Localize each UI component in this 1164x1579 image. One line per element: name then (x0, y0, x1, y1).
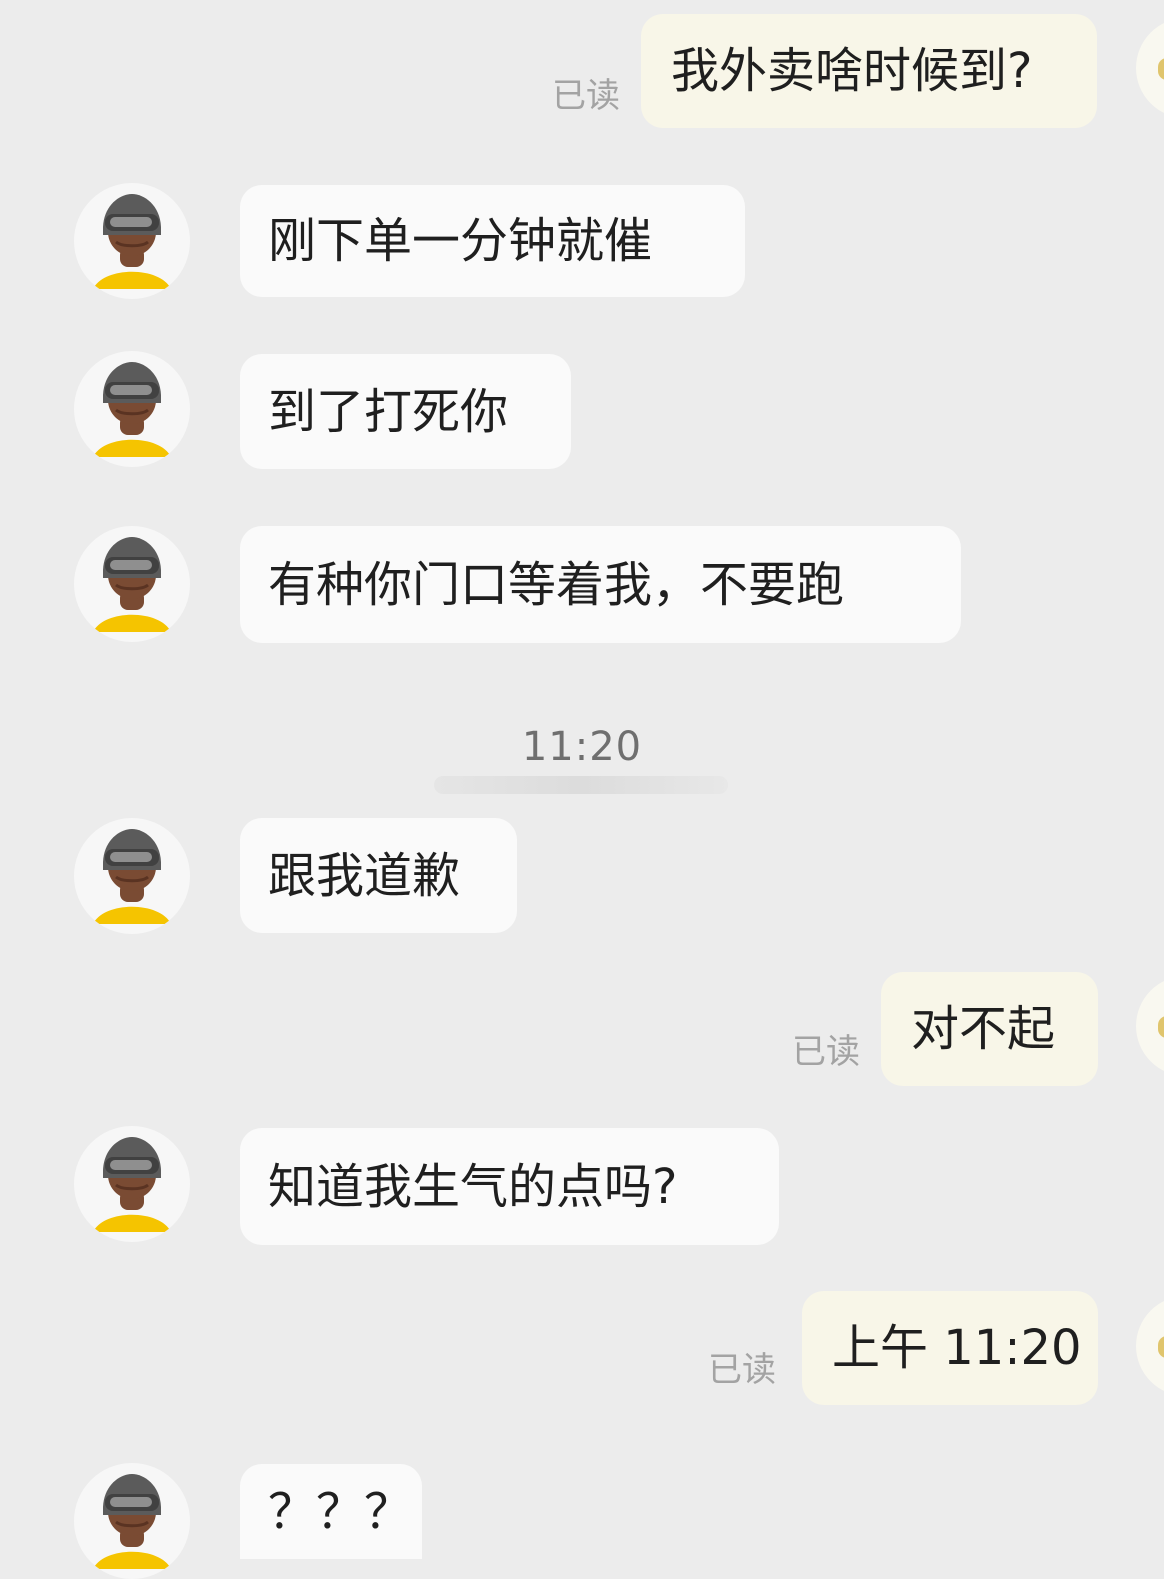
message-bubble-received[interactable]: 跟我道歉 (240, 818, 517, 933)
message-bubble-received[interactable]: 刚下单一分钟就催 (240, 185, 745, 297)
user-avatar-icon (1136, 1296, 1164, 1396)
message-bubble-received[interactable]: ？？？ (240, 1464, 422, 1559)
courier-helmet-icon (74, 818, 190, 934)
message-bubble-sent[interactable]: 我外卖啥时候到? (641, 14, 1097, 128)
courier-helmet-icon (74, 526, 190, 642)
read-receipt: 已读 (708, 1350, 776, 1390)
courier-helmet-icon (74, 351, 190, 467)
chat-conversation: 已读 我外卖啥时候到? 刚下单一分钟就催 到了打死你 有种你门口等着我，不要跑 … (0, 0, 1164, 1579)
user-avatar-icon (1136, 18, 1164, 118)
message-bubble-sent[interactable]: 上午 11:20 (802, 1291, 1098, 1405)
user-avatar-icon (1136, 976, 1164, 1076)
timestamp-divider (434, 776, 728, 794)
message-bubble-sent[interactable]: 对不起 (881, 972, 1098, 1086)
courier-helmet-icon (74, 1126, 190, 1242)
timestamp: 11:20 (521, 724, 643, 770)
courier-helmet-icon (74, 183, 190, 299)
read-receipt: 已读 (792, 1032, 860, 1072)
message-bubble-received[interactable]: 知道我生气的点吗? (240, 1128, 779, 1245)
read-receipt: 已读 (552, 76, 620, 116)
message-bubble-received[interactable]: 到了打死你 (240, 354, 571, 469)
message-bubble-received[interactable]: 有种你门口等着我，不要跑 (240, 526, 961, 643)
courier-helmet-icon (74, 1463, 190, 1579)
